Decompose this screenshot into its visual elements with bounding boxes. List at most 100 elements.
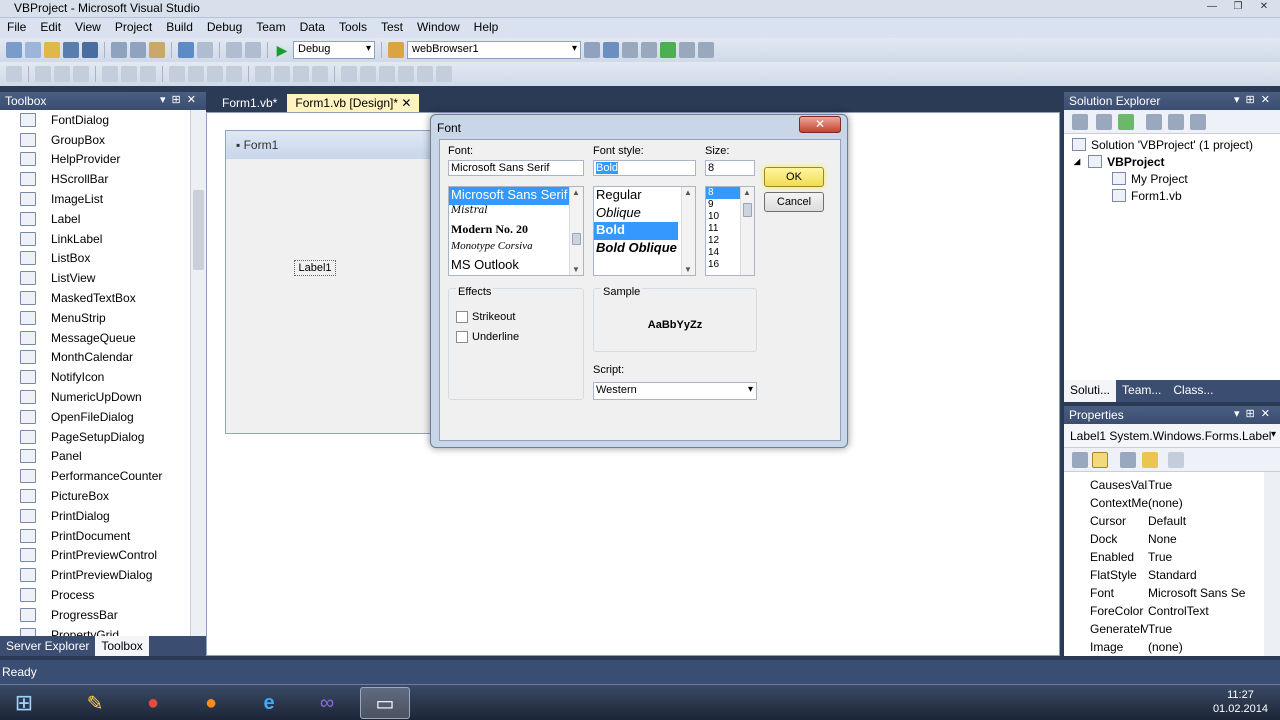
label1-control[interactable]: Label1 (294, 260, 336, 276)
firefox-icon[interactable]: ● (186, 687, 236, 719)
navigate-back-icon[interactable] (226, 42, 242, 58)
remove-spacing-icon[interactable] (312, 66, 328, 82)
toolbox-item[interactable]: LinkLabel (0, 229, 190, 249)
font-item[interactable]: Microsoft Sans Serif (449, 187, 583, 205)
view-code-icon[interactable] (1146, 114, 1162, 130)
find-in-files-icon[interactable] (584, 42, 600, 58)
find-icon[interactable] (388, 42, 404, 58)
menu-build[interactable]: Build (159, 18, 200, 38)
property-value[interactable]: Microsoft Sans Se (1148, 586, 1264, 600)
size-item[interactable]: 8 (706, 187, 740, 199)
property-value[interactable]: (none) (1148, 496, 1264, 510)
show-all-files-icon[interactable] (1096, 114, 1112, 130)
property-row[interactable]: Enabled True (1064, 548, 1264, 566)
font-style-scrollbar[interactable]: ▲ ▼ (681, 187, 695, 275)
toolbox-item[interactable]: Process (0, 585, 190, 605)
object-browser-icon[interactable] (641, 42, 657, 58)
properties-scrollbar[interactable] (1264, 472, 1280, 656)
property-row[interactable]: Dock None (1064, 530, 1264, 548)
tab-toolbox[interactable]: Toolbox (95, 636, 149, 656)
menu-help[interactable]: Help (467, 18, 506, 38)
scroll-thumb[interactable] (572, 233, 581, 245)
menu-team[interactable]: Team (249, 18, 292, 38)
align-to-grid-icon[interactable] (6, 66, 22, 82)
tab-class-view[interactable]: Class... (1167, 380, 1219, 402)
open-file-icon[interactable] (44, 42, 60, 58)
close-tab-icon[interactable]: ✕ (401, 96, 411, 110)
form1-window[interactable]: ▪ Form1 Label1 (225, 130, 439, 434)
undo-icon[interactable] (178, 42, 194, 58)
toolbox-item[interactable]: ListView (0, 268, 190, 288)
menu-window[interactable]: Window (410, 18, 467, 38)
scroll-down-icon[interactable]: ▼ (684, 265, 692, 274)
toolbox-item[interactable]: PerformanceCounter (0, 466, 190, 486)
toolbox-item[interactable]: PrintDocument (0, 526, 190, 546)
panel-controls[interactable]: ▾⊞✕ (160, 93, 202, 106)
start-page-icon[interactable] (679, 42, 695, 58)
align-centers-icon[interactable] (54, 66, 70, 82)
toolbox-item[interactable]: PropertyGrid (0, 625, 190, 636)
font-item[interactable]: Modern No. 20 (449, 222, 583, 240)
property-value[interactable]: True (1148, 622, 1264, 636)
maximize-button[interactable]: ❐ (1226, 0, 1250, 15)
underline-checkbox[interactable] (456, 331, 468, 343)
toolbox-item[interactable]: PageSetupDialog (0, 427, 190, 447)
alphabetical-icon[interactable] (1092, 452, 1108, 468)
send-to-back-icon[interactable] (417, 66, 433, 82)
scroll-up-icon[interactable]: ▲ (684, 188, 692, 197)
font-list[interactable]: Microsoft Sans Serif Mistral Modern No. … (448, 186, 584, 276)
tab-server-explorer[interactable]: Server Explorer (0, 636, 95, 656)
running-app-icon[interactable]: ▭ (360, 687, 410, 719)
view-designer-icon[interactable] (1168, 114, 1184, 130)
class-diagram-icon[interactable] (1190, 114, 1206, 130)
property-value[interactable]: (none) (1148, 640, 1264, 654)
start-debugging-icon[interactable]: ▶ (274, 42, 290, 58)
solution-explorer-icon[interactable] (603, 42, 619, 58)
new-project-icon[interactable] (6, 42, 22, 58)
font-style-item[interactable]: Bold (594, 222, 678, 240)
menu-data[interactable]: Data (293, 18, 332, 38)
cancel-button[interactable]: Cancel (764, 192, 824, 212)
scroll-up-icon[interactable]: ▲ (572, 188, 580, 197)
toolbox-item[interactable]: PrintPreviewDialog (0, 565, 190, 585)
vertical-spacing-icon[interactable] (341, 66, 357, 82)
panel-controls[interactable]: ▾⊞✕ (1234, 93, 1276, 106)
tab-form1-code[interactable]: Form1.vb* (214, 94, 285, 112)
property-row[interactable]: FlatStyle Standard (1064, 566, 1264, 584)
make-same-size-icon[interactable] (207, 66, 223, 82)
toolbox-scrollbar[interactable] (190, 110, 206, 636)
tab-form1-design[interactable]: Form1.vb [Design]* ✕ (287, 94, 420, 112)
strikeout-checkbox[interactable] (456, 311, 468, 323)
font-item[interactable]: Mistral (449, 205, 583, 223)
redo-icon[interactable] (197, 42, 213, 58)
property-value[interactable]: Standard (1148, 568, 1264, 582)
refresh-icon[interactable] (1118, 114, 1134, 130)
size-list[interactable]: 8 9 10 11 12 14 16 ▲ (705, 186, 755, 276)
menu-file[interactable]: File (0, 18, 33, 38)
tab-team-explorer[interactable]: Team... (1116, 380, 1167, 402)
center-vertically-icon[interactable] (379, 66, 395, 82)
save-all-icon[interactable] (82, 42, 98, 58)
toolbox-item[interactable]: ImageList (0, 189, 190, 209)
font-style-input[interactable]: Bold (593, 160, 696, 176)
make-same-height-icon[interactable] (188, 66, 204, 82)
navigate-forward-icon[interactable] (245, 42, 261, 58)
property-value[interactable]: ControlText (1148, 604, 1264, 618)
tab-order-icon[interactable] (436, 66, 452, 82)
properties-object-select[interactable]: Label1 System.Windows.Forms.Label ▾ (1064, 424, 1280, 448)
toolbox-item[interactable]: MessageQueue (0, 328, 190, 348)
start-button-icon[interactable]: ⊞ (2, 687, 46, 719)
property-row[interactable]: Image (none) (1064, 638, 1264, 656)
tab-solution-explorer[interactable]: Soluti... (1064, 380, 1117, 402)
properties-window-icon[interactable] (622, 42, 638, 58)
ok-button[interactable]: OK (764, 167, 824, 187)
toolbox-item[interactable]: NotifyIcon (0, 367, 190, 387)
events-icon[interactable] (1142, 452, 1158, 468)
align-bottoms-icon[interactable] (140, 66, 156, 82)
minimize-button[interactable]: — (1200, 0, 1224, 15)
font-style-list[interactable]: Regular Oblique Bold Bold Oblique ▲ ▼ (593, 186, 696, 276)
chrome-icon[interactable]: ● (128, 687, 178, 719)
font-style-item[interactable]: Oblique (594, 205, 695, 223)
toolbox-item[interactable]: MenuStrip (0, 308, 190, 328)
script-select[interactable]: Western (593, 382, 757, 400)
